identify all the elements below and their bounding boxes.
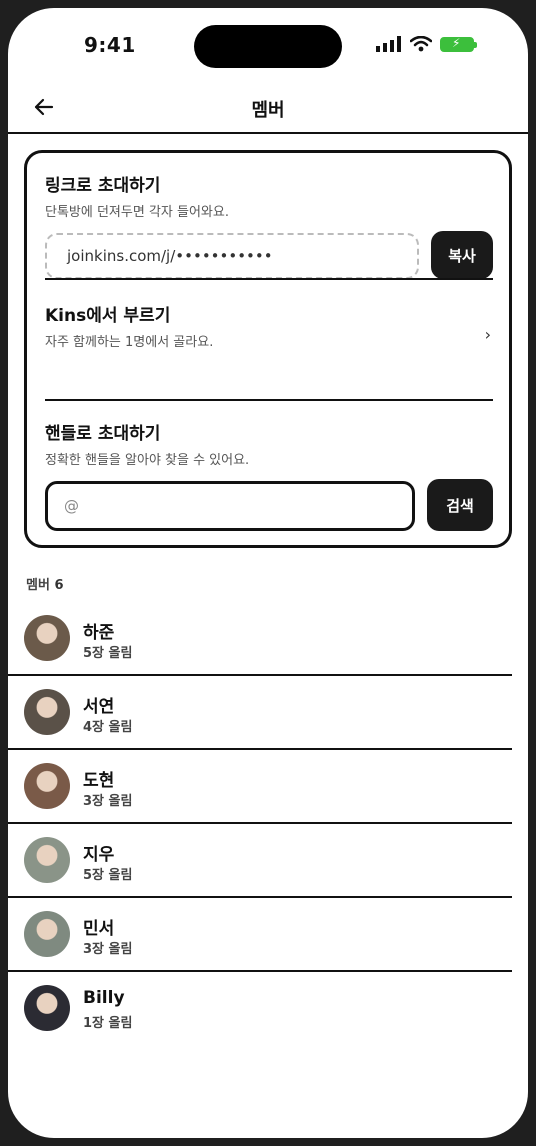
wifi-icon: [410, 36, 432, 52]
member-uploads: 5장 올림: [83, 868, 133, 883]
member-row[interactable]: 도현 3장 올림: [8, 750, 512, 824]
battery-icon: ⚡: [440, 36, 477, 52]
member-uploads: 3장 올림: [83, 794, 133, 809]
invite-link-desc: 단톡방에 던져두면 각자 들어와요.: [45, 205, 229, 220]
avatar: [24, 985, 70, 1031]
handle-input[interactable]: @: [45, 481, 415, 531]
member-count-number: 6: [54, 578, 64, 593]
avatar: [24, 615, 70, 661]
invite-link-field[interactable]: joinkins.com/j/•••••••••••: [45, 233, 419, 279]
avatar: [24, 837, 70, 883]
signal-icon: [376, 36, 401, 52]
chevron-right-icon: ›: [484, 325, 491, 344]
member-name: Billy: [83, 988, 125, 1008]
member-row[interactable]: 지우 5장 올림: [8, 824, 512, 898]
avatar: [24, 763, 70, 809]
member-row[interactable]: 하준 5장 올림: [8, 602, 512, 676]
avatar: [24, 911, 70, 957]
handle-invite-title: 핸들로 초대하기: [45, 424, 161, 444]
kins-invite-title: Kins에서 부르기: [45, 306, 171, 326]
phone-frame: 9:41 ⚡ 멤버 링크로 초대하기 단톡방에 던져두면 각자 들어와요. jo…: [0, 0, 536, 1146]
divider: [45, 399, 493, 401]
screen: 9:41 ⚡ 멤버 링크로 초대하기 단톡방에 던져두면 각자 들어와요. jo…: [8, 8, 528, 1138]
kins-invite-desc: 자주 함께하는 1명에서 골라요.: [45, 335, 214, 350]
member-uploads: 1장 올림: [83, 1016, 133, 1031]
member-uploads: 3장 올림: [83, 942, 133, 957]
copy-button[interactable]: 복사: [431, 231, 493, 279]
divider: [45, 278, 493, 280]
status-time: 9:41: [84, 33, 136, 57]
invite-link-title: 링크로 초대하기: [45, 176, 161, 196]
member-count: 멤버 6: [26, 574, 64, 593]
page-title: 멤버: [251, 100, 285, 121]
invite-card: 링크로 초대하기 단톡방에 던져두면 각자 들어와요. joinkins.com…: [24, 150, 512, 548]
header: 멤버: [8, 80, 528, 134]
search-button[interactable]: 검색: [427, 479, 493, 531]
handle-invite-desc: 정확한 핸들을 알아야 찾을 수 있어요.: [45, 453, 250, 468]
avatar: [24, 689, 70, 735]
member-row[interactable]: 민서 3장 올림: [8, 898, 512, 972]
member-row[interactable]: Billy 1장 올림: [8, 972, 512, 1044]
member-name: 도현: [83, 771, 115, 791]
member-uploads: 4장 올림: [83, 720, 133, 735]
member-name: 서연: [83, 697, 115, 717]
member-list: 하준 5장 올림 서연 4장 올림 도현 3장 올림 지우 5장 올림 민서 3…: [8, 602, 528, 1044]
status-icons: ⚡: [376, 36, 477, 52]
dynamic-island: [194, 25, 342, 68]
member-uploads: 5장 올림: [83, 646, 133, 661]
member-name: 하준: [83, 623, 115, 643]
member-name: 지우: [83, 845, 115, 865]
member-name: 민서: [83, 919, 115, 939]
member-label: 멤버: [26, 578, 50, 593]
member-row[interactable]: 서연 4장 올림: [8, 676, 512, 750]
